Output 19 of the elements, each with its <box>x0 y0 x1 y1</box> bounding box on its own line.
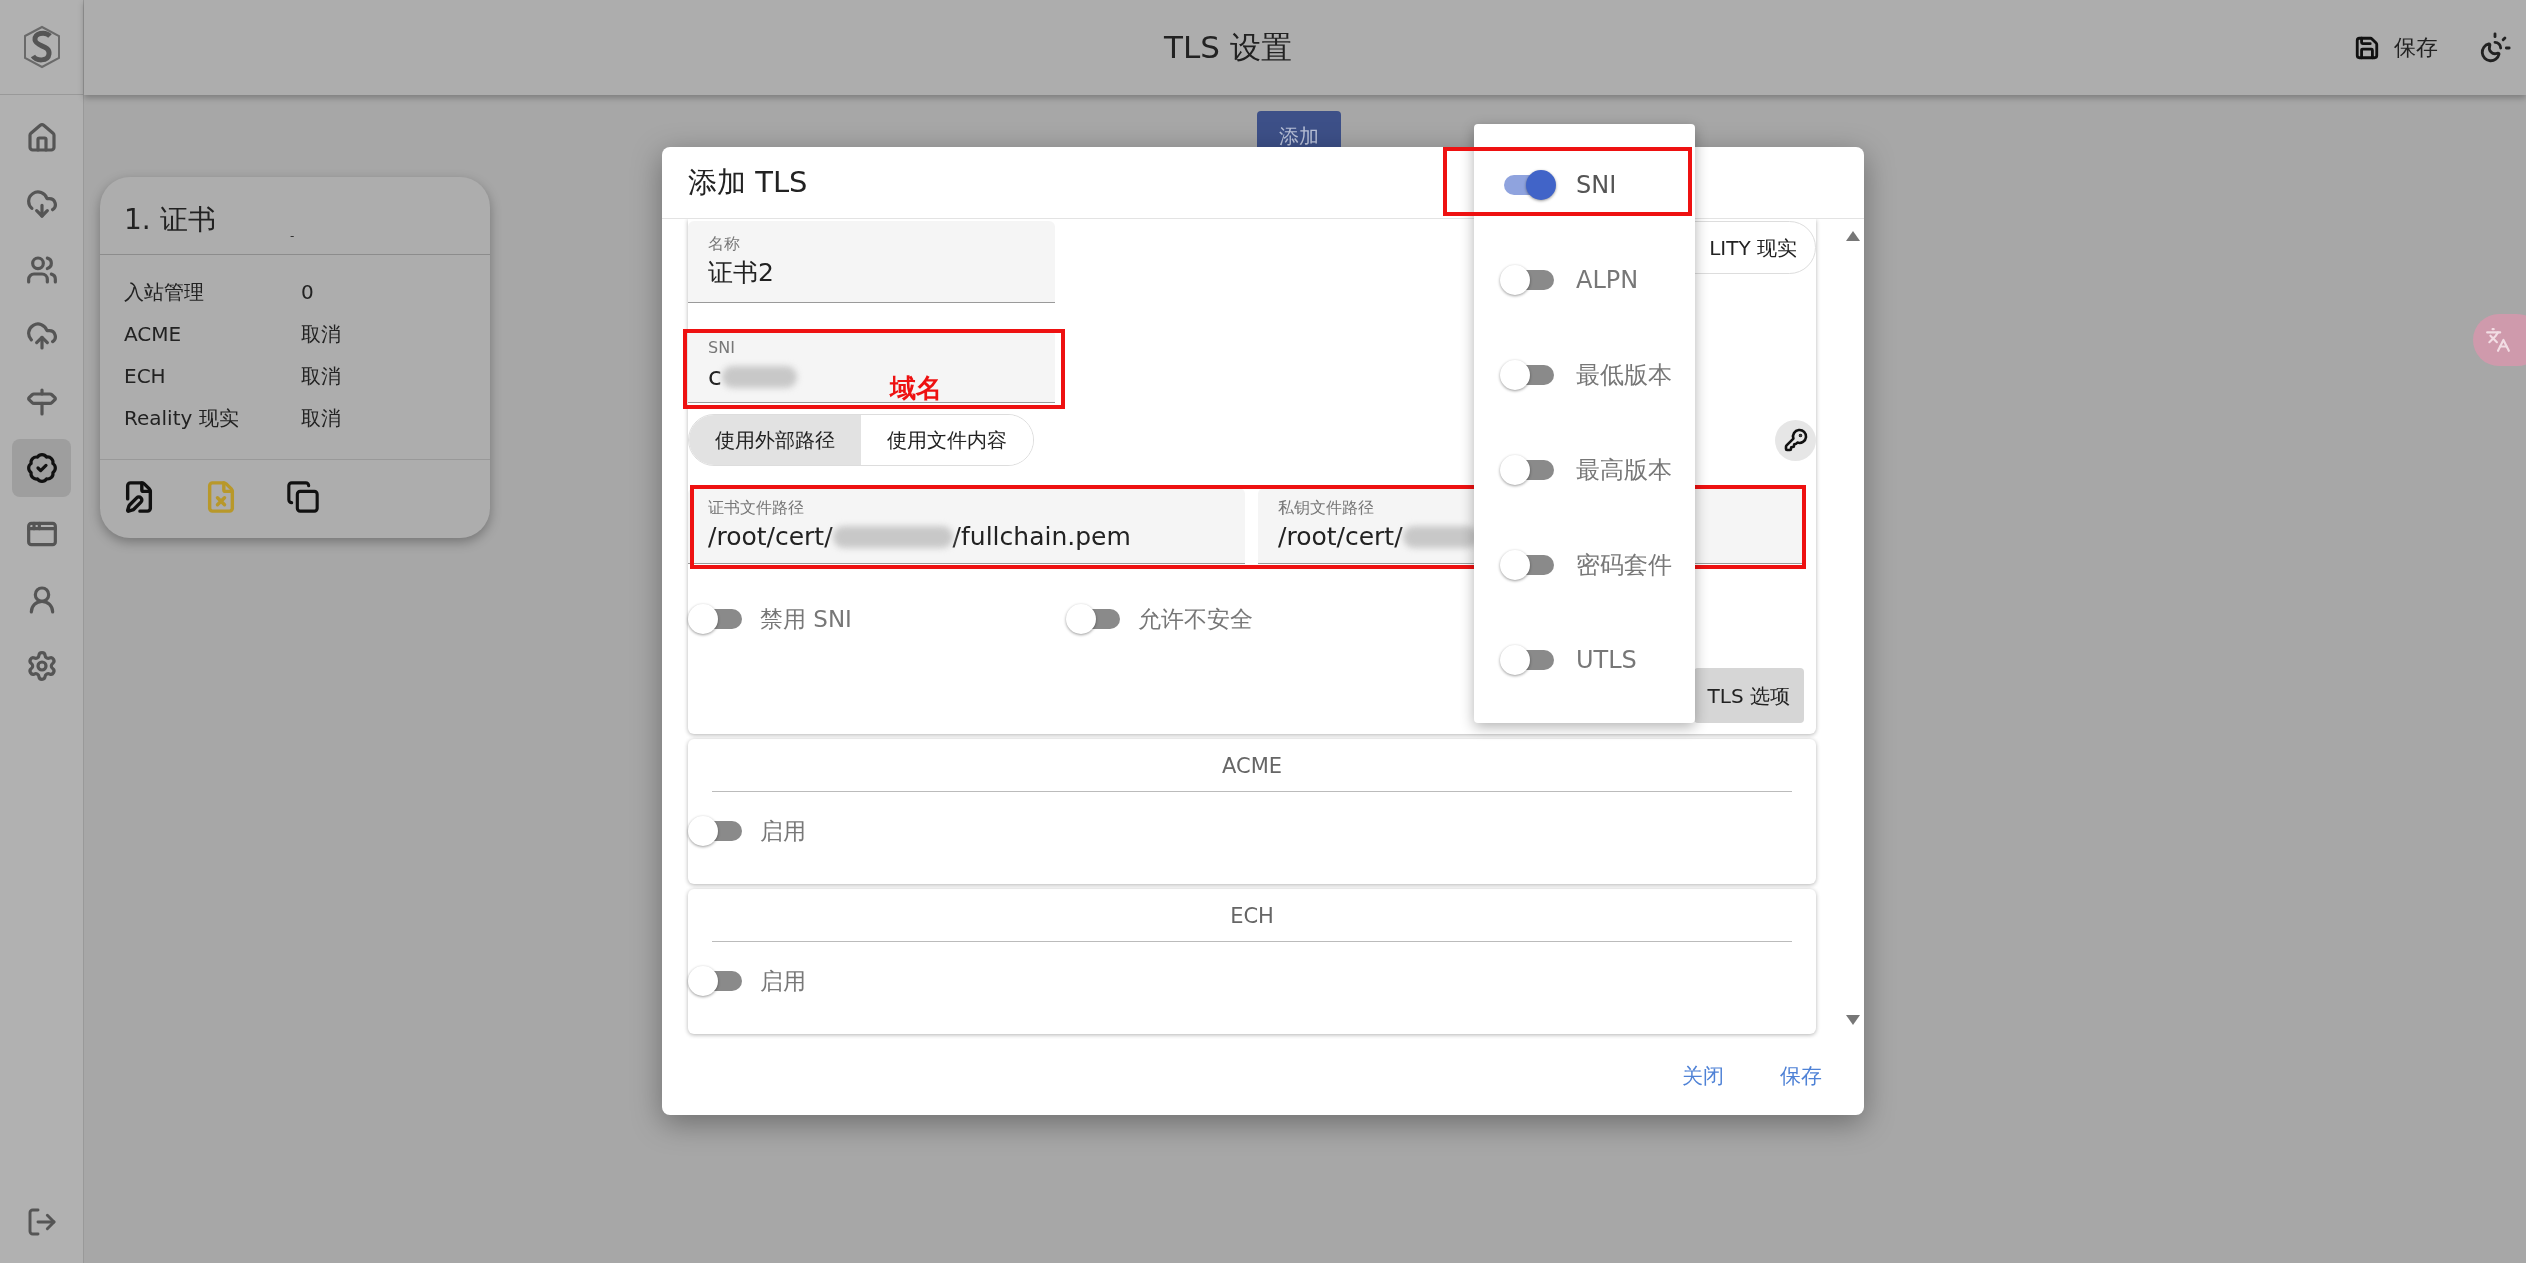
switch-label: 允许不安全 <box>1138 605 1253 634</box>
section-title: ECH <box>1230 903 1274 930</box>
row-label: 入站管理 <box>124 279 205 306</box>
card-subtitle: - <box>290 228 295 245</box>
row-value: 取消 <box>301 321 341 348</box>
row-label: ACME <box>124 321 183 348</box>
dialog-title: 添加 TLS <box>688 163 808 201</box>
row-value: 0 <box>301 279 314 306</box>
row-label: Reality 现实 <box>124 405 240 432</box>
switch-label: 禁用 SNI <box>760 605 852 634</box>
annotation-text: 域名 <box>890 373 942 403</box>
row-value: 取消 <box>301 363 341 390</box>
page-title: TLS 设置 <box>1164 28 1292 68</box>
section-title: ACME <box>1221 753 1282 780</box>
switch-label: 启用 <box>760 966 806 996</box>
row-value: 取消 <box>301 405 341 432</box>
row-label: ECH <box>124 363 167 390</box>
card-title: 1. 证书 <box>124 203 216 236</box>
switch-label: 启用 <box>760 816 806 846</box>
